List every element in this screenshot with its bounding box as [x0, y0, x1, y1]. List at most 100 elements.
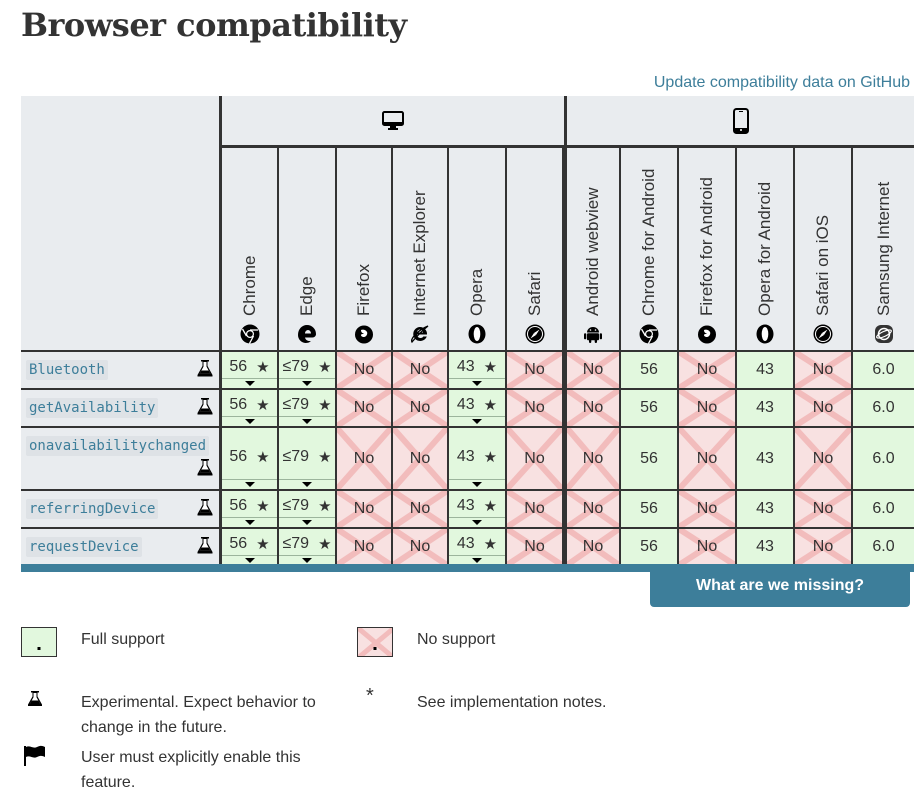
browser-header-samsung-internet: Samsung Internet — [853, 148, 914, 350]
feature-name-link[interactable]: requestDevice — [26, 537, 142, 557]
feature-name-link[interactable]: Bluetooth — [26, 360, 108, 380]
expand-notes-toggle-icon[interactable] — [244, 558, 255, 563]
support-cell-edge[interactable]: ≤79 ★ — [279, 388, 337, 426]
legend-full-support-swatch — [21, 627, 57, 657]
feature-row-header: onavailabilitychanged — [21, 426, 219, 489]
expand-notes-toggle-icon[interactable] — [244, 520, 255, 525]
support-value: 43 — [756, 399, 774, 416]
support-value: ≤79 — [282, 358, 310, 375]
support-cell-firefox-for-android: No — [679, 489, 737, 527]
feature-row-header: requestDevice — [21, 527, 219, 565]
support-cell-samsung-internet: 6.0 — [853, 388, 914, 426]
support-value: 43 — [456, 447, 475, 465]
notes-underline — [222, 416, 277, 417]
support-cell-chrome-for-android: 56 — [621, 527, 679, 565]
support-cell-edge[interactable]: ≤79 ★ — [279, 350, 337, 388]
support-cell-edge[interactable]: ≤79 ★ — [279, 426, 337, 489]
expand-notes-toggle-icon[interactable] — [472, 558, 482, 563]
support-cell-opera[interactable]: 43 ★ — [449, 388, 507, 426]
legend-notes-label: See implementation notes. — [417, 694, 607, 711]
support-cell-opera[interactable]: 43 ★ — [449, 489, 507, 527]
browser-name: Opera — [467, 268, 486, 316]
support-cell-chrome[interactable]: 56 ★ — [219, 350, 279, 388]
support-cell-edge[interactable]: ≤79 ★ — [279, 527, 337, 565]
expand-notes-toggle-icon[interactable] — [302, 381, 312, 386]
expand-notes-toggle-icon[interactable] — [302, 520, 312, 525]
support-value: No — [812, 399, 834, 416]
support-value: No — [409, 500, 431, 517]
support-value: No — [582, 538, 604, 555]
expand-notes-toggle-icon[interactable] — [302, 482, 312, 487]
browser-name: Safari — [524, 271, 544, 316]
support-cell-edge[interactable]: ≤79 ★ — [279, 489, 337, 527]
expand-notes-toggle-icon[interactable] — [472, 381, 482, 386]
notes-star-icon: ★ — [318, 448, 332, 466]
browser-header-firefox: Firefox — [337, 148, 393, 350]
support-value: 56 — [640, 361, 658, 378]
feature-name-link[interactable]: onavailabilitychanged — [26, 436, 210, 456]
opera-icon — [467, 324, 487, 344]
chrome-icon — [240, 324, 260, 344]
expand-notes-toggle-icon[interactable] — [472, 520, 482, 525]
support-value: 56 — [229, 497, 248, 514]
support-value: 56 — [229, 447, 248, 465]
support-cell-opera[interactable]: 43 ★ — [449, 426, 507, 489]
browser-name: Opera for Android — [755, 181, 774, 316]
support-value: No — [353, 399, 375, 416]
expand-notes-toggle-icon[interactable] — [472, 482, 482, 487]
support-cell-opera[interactable]: 43 ★ — [449, 527, 507, 565]
support-cell-opera-for-android: 43 — [737, 350, 795, 388]
support-cell-safari: No — [507, 489, 564, 527]
support-cell-firefox-for-android: No — [679, 350, 737, 388]
support-cell-android-webview: No — [564, 388, 621, 426]
browser-header-firefox-for-android: Firefox for Android — [679, 148, 737, 350]
feature-row-header: getAvailability — [21, 388, 219, 426]
expand-notes-toggle-icon[interactable] — [244, 381, 255, 386]
notes-underline — [449, 416, 505, 417]
expand-notes-toggle-icon[interactable] — [244, 419, 255, 424]
notes-star-icon: ★ — [483, 359, 498, 376]
support-value: 43 — [456, 497, 475, 514]
support-value: 43 — [756, 500, 774, 517]
platform-mobile — [564, 96, 914, 148]
support-cell-android-webview: No — [564, 350, 621, 388]
notes-star-icon: ★ — [256, 359, 270, 376]
support-value: No — [524, 361, 545, 378]
header-corner — [21, 96, 219, 350]
browser-header-internet-explorer: Internet Explorer — [393, 148, 449, 350]
what-are-we-missing-button[interactable]: What are we missing? — [650, 564, 910, 607]
notes-underline — [449, 517, 505, 518]
browser-name: Edge — [297, 276, 316, 316]
feature-name-link[interactable]: getAvailability — [26, 398, 159, 418]
support-cell-chrome[interactable]: 56 ★ — [219, 527, 279, 565]
feature-name-link[interactable]: referringDevice — [26, 499, 159, 519]
support-value: 43 — [756, 361, 774, 378]
support-value: 56 — [229, 358, 248, 375]
github-update-link[interactable]: Update compatibility data on GitHub — [654, 74, 910, 92]
support-cell-chrome[interactable]: 56 ★ — [219, 489, 279, 527]
expand-notes-toggle-icon[interactable] — [472, 419, 482, 424]
expand-notes-toggle-icon[interactable] — [244, 482, 255, 487]
expand-notes-toggle-icon[interactable] — [302, 558, 312, 563]
notes-star-icon: ★ — [318, 397, 332, 414]
support-cell-firefox-for-android: No — [679, 527, 737, 565]
desktop-icon — [382, 110, 404, 130]
safari-icon — [813, 324, 833, 344]
legend-notes-symbol: * — [366, 685, 374, 707]
expand-notes-toggle-icon[interactable] — [302, 419, 312, 424]
support-cell-chrome[interactable]: 56 ★ — [219, 388, 279, 426]
support-value: 6.0 — [872, 399, 895, 416]
notes-star-icon: ★ — [318, 498, 332, 515]
support-cell-opera[interactable]: 43 ★ — [449, 350, 507, 388]
notes-underline — [279, 416, 335, 417]
support-cell-android-webview: No — [564, 426, 621, 489]
notes-star-icon: ★ — [483, 498, 498, 515]
support-value: No — [524, 449, 545, 467]
support-cell-chrome[interactable]: 56 ★ — [219, 426, 279, 489]
support-value: 43 — [756, 538, 774, 555]
notes-underline — [449, 555, 505, 556]
legend-full-support-label: Full support — [81, 631, 165, 648]
browser-name: Samsung Internet — [873, 181, 893, 316]
support-cell-safari-on-ios: No — [795, 426, 853, 489]
support-cell-safari: No — [507, 350, 564, 388]
